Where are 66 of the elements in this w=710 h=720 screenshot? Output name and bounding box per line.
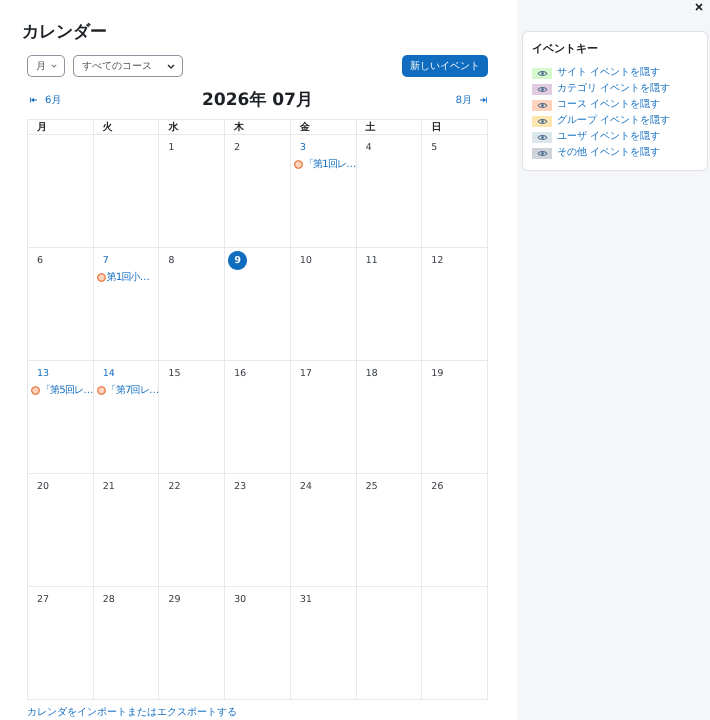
day-number: 21: [102, 480, 115, 492]
weekday-label: 金: [300, 120, 310, 134]
view-select[interactable]: 月: [27, 55, 65, 77]
ring-icon: [96, 386, 106, 395]
event-key-link[interactable]: ユーザ イベントを隠す: [532, 130, 701, 144]
weekday-label: 木: [234, 120, 244, 134]
day-number: 17: [300, 368, 312, 380]
next-month-link[interactable]: 8月: [456, 93, 488, 107]
close-icon[interactable]: [695, 3, 703, 11]
day-number: 5: [431, 142, 438, 154]
event-link[interactable]: 「第1回レ…: [294, 158, 355, 171]
day-number: 1: [168, 142, 174, 154]
day-number: 20: [37, 480, 50, 492]
day-link[interactable]: 13: [37, 368, 50, 380]
day-number: 19: [431, 368, 444, 380]
day-number: 24: [300, 480, 312, 492]
page-title: カレンダー: [22, 21, 107, 44]
import-export-link[interactable]: カレンダをインポートまたはエクスポートする: [27, 706, 237, 719]
day-number: 15: [168, 368, 181, 380]
day-link[interactable]: 14: [102, 368, 115, 380]
event-link[interactable]: 「第5回レ…: [31, 384, 92, 397]
day-link[interactable]: 3: [300, 142, 306, 154]
event-key-link[interactable]: グループ イベントを隠す: [532, 114, 701, 128]
previous-month-link[interactable]: 6月: [27, 93, 62, 107]
ring-icon: [31, 386, 40, 395]
arrow-left-icon: [30, 97, 37, 103]
new-event-button[interactable]: 新しいイベント: [402, 55, 488, 77]
day-number: 10: [300, 254, 312, 266]
day-number: 12: [431, 254, 444, 266]
event-link[interactable]: 「第7回レ…: [96, 384, 158, 397]
day-number: 31: [300, 594, 312, 606]
day-number: 18: [366, 368, 378, 380]
ring-icon: [96, 273, 106, 282]
event-key-title: イベントキー: [532, 42, 599, 56]
event-key-link[interactable]: その他 イベントを隠す: [532, 146, 701, 160]
arrow-right-icon: [480, 97, 487, 103]
event-key-link[interactable]: カテゴリ イベントを隠す: [532, 82, 701, 96]
day-number: 16: [234, 368, 246, 380]
day-number: 6: [37, 254, 44, 266]
today-day-number: 9: [228, 251, 248, 270]
weekday-label: 月: [37, 120, 47, 134]
ring-icon: [294, 160, 303, 169]
day-number: 8: [168, 254, 174, 266]
day-number: 4: [366, 142, 372, 154]
month-title: 2026年 07月: [202, 89, 313, 111]
day-number: 22: [168, 480, 181, 492]
weekday-label: 土: [366, 120, 376, 134]
day-number: 23: [234, 480, 246, 492]
day-link[interactable]: 7: [102, 254, 109, 266]
weekday-label: 火: [102, 120, 113, 134]
day-number: 27: [37, 594, 50, 606]
event-link[interactable]: 第1回小…: [96, 271, 158, 284]
day-number: 28: [102, 594, 115, 606]
chevron-icon: [167, 64, 175, 68]
day-number: 29: [168, 594, 181, 606]
course-select[interactable]: すべてのコース: [73, 55, 183, 77]
event-key-link[interactable]: コース イベントを隠す: [532, 98, 701, 112]
day-number: 11: [366, 254, 378, 266]
day-number: 2: [234, 142, 240, 154]
weekday-label: 日: [431, 120, 442, 134]
day-number: 26: [431, 480, 444, 492]
event-key-link[interactable]: サイト イベントを隠す: [532, 66, 701, 80]
weekday-label: 水: [168, 120, 178, 134]
day-number: 25: [366, 480, 378, 492]
day-number: 30: [234, 594, 246, 606]
chevron-icon: [51, 64, 57, 68]
